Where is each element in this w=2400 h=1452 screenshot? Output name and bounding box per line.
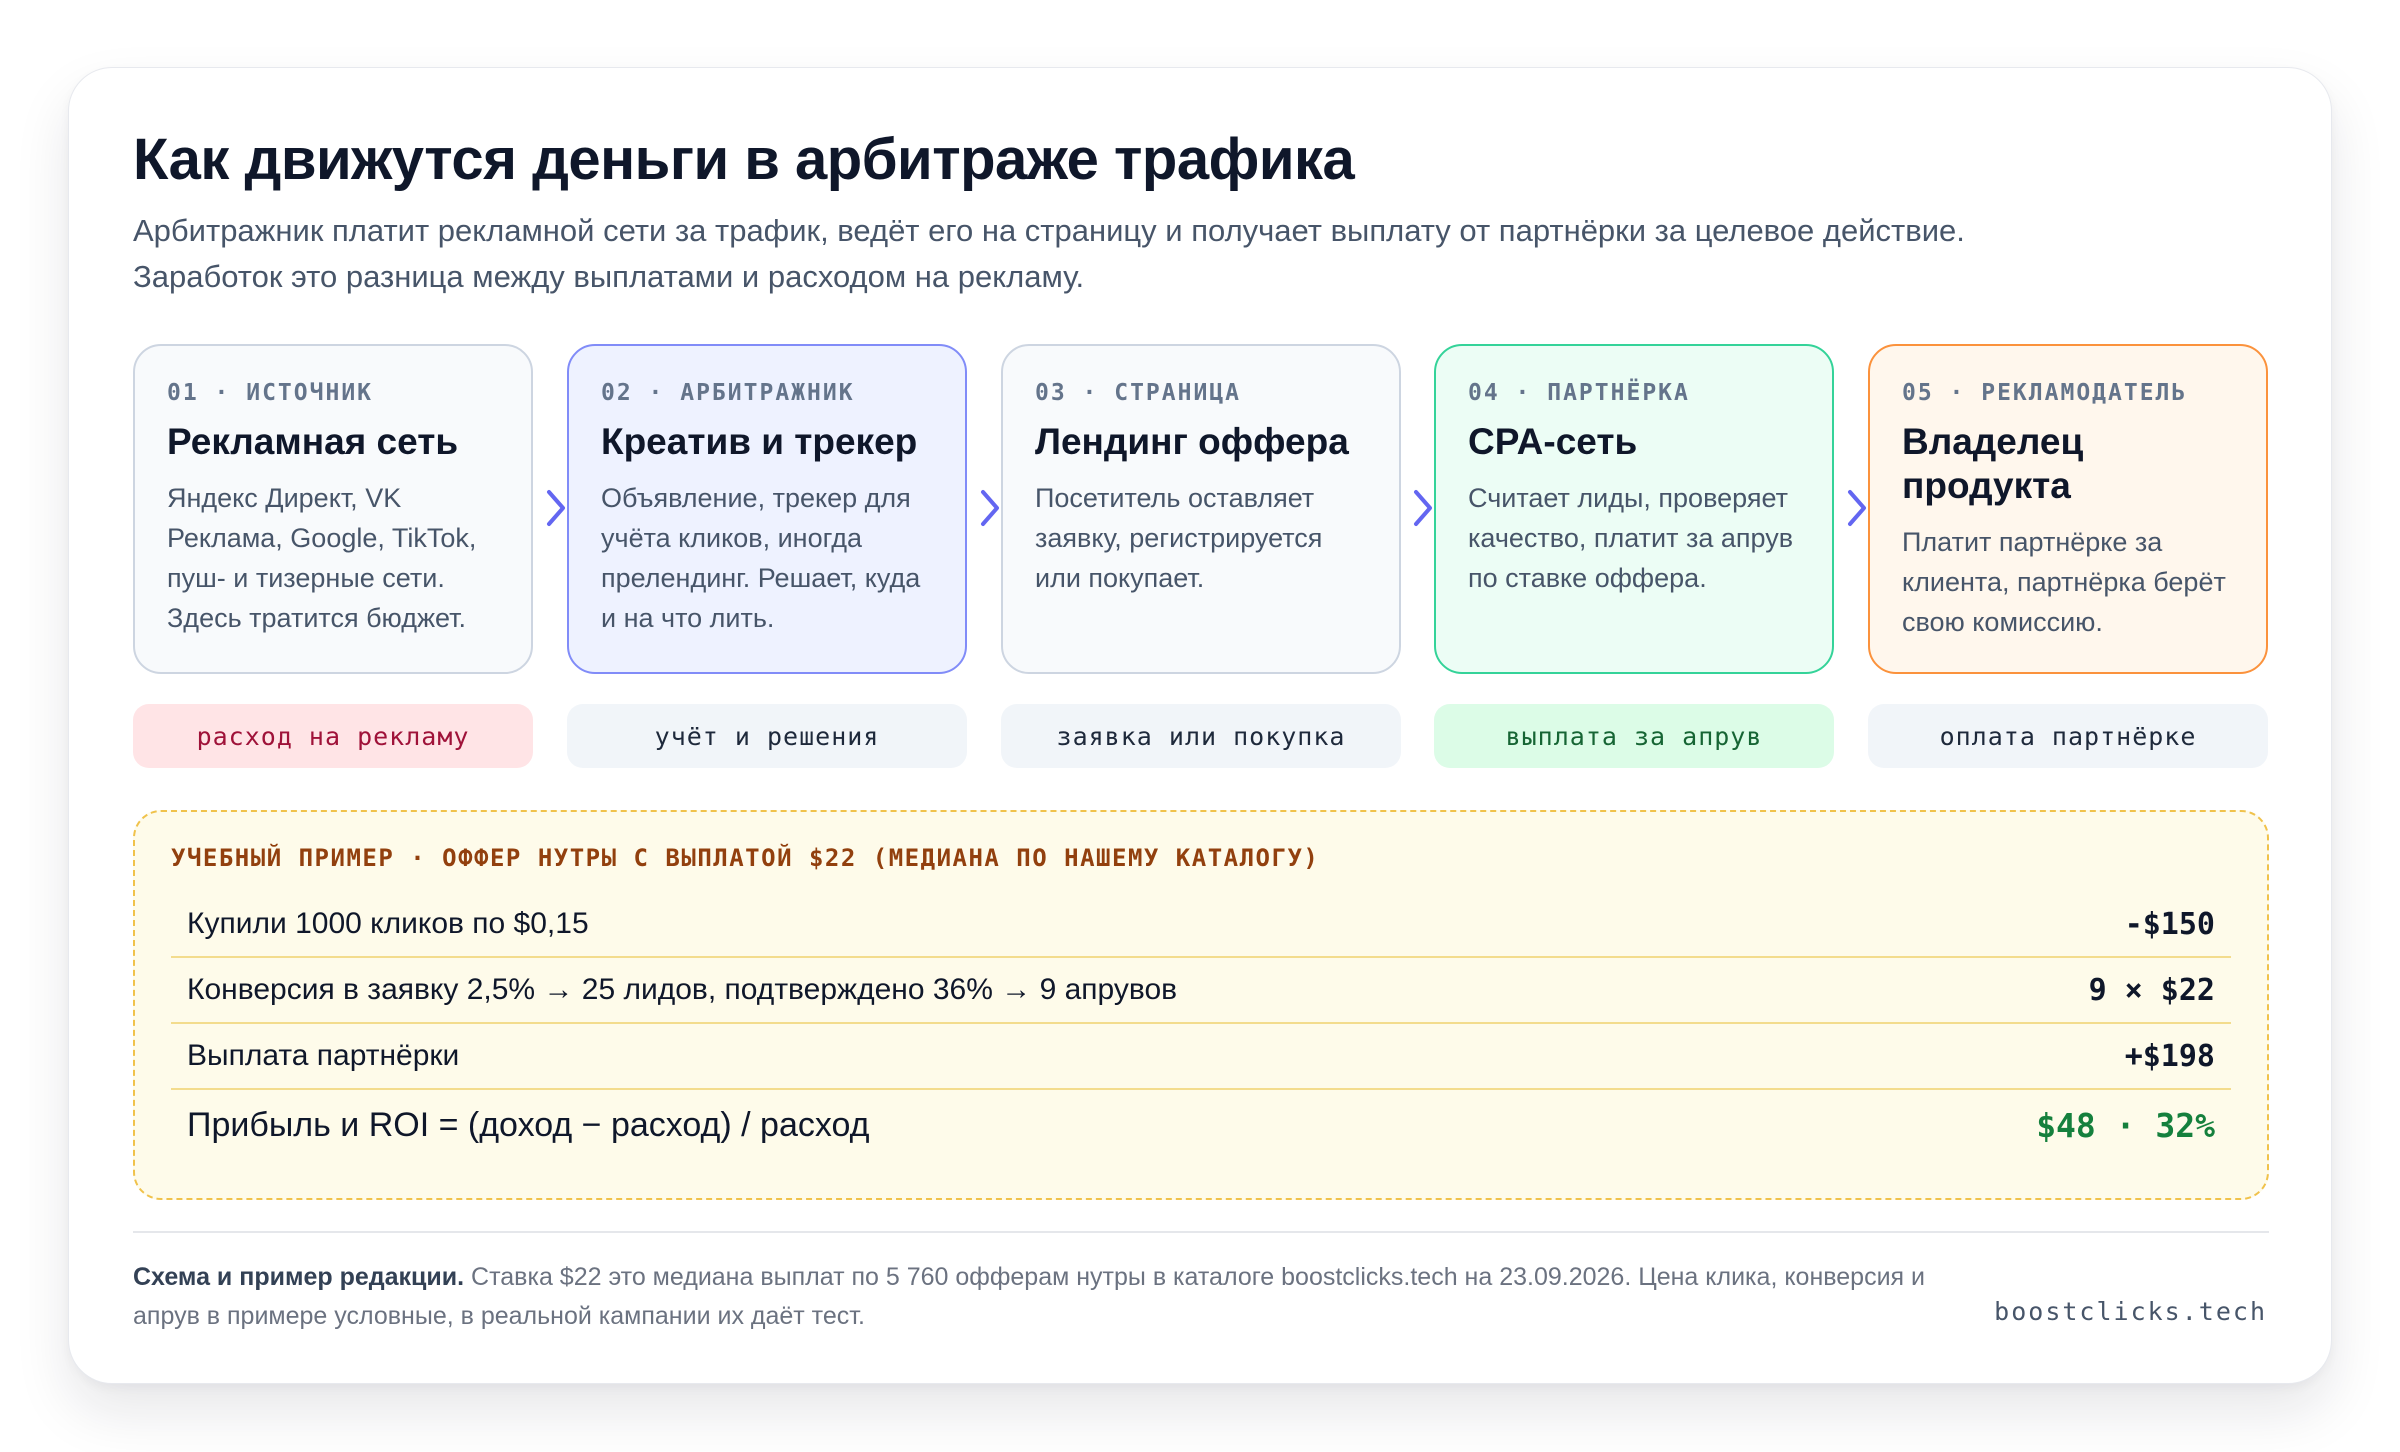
footnote: Схема и пример редакции. Ставка $22 это … [133,1258,1993,1336]
example-row-value: +$198 [2124,1038,2215,1074]
step-description: Яндекс Директ, VK Реклама, Google, TikTo… [167,483,477,633]
example-row: Купили 1000 кликов по $0,15 -$150 [171,892,2231,958]
step-name: CPA-сеть [1468,421,1638,462]
step-kicker: 02 · АРБИТРАЖНИК [601,380,855,406]
step-card-source: 01 · ИСТОЧНИК Рекламная сеть Яндекс Дире… [133,344,533,674]
step-name: Владелец продукта [1902,421,2084,506]
flow-tag-lead: заявка или покупка [1001,704,1401,768]
flow-tag-partner-payment: оплата партнёрке [1868,704,2268,768]
step-card-landing: 03 · СТРАНИЦА Лендинг оффера Посетитель … [1001,344,1401,674]
step-description: Считает лиды, проверяет качество, платит… [1468,483,1794,593]
step-description: Объявление, трекер для учёта кликов, ино… [601,483,921,633]
page-title: Как движутся деньги в арбитраже трафика [133,127,1355,192]
example-row-total: Прибыль и ROI = (доход − расход) / расхо… [171,1090,2231,1160]
step-description: Платит партнёрке за клиента, партнёрка б… [1902,527,2226,637]
step-name: Рекламная сеть [167,421,459,462]
example-row-value: 9 × $22 [2088,972,2215,1008]
example-row-label: Купили 1000 кликов по $0,15 [187,907,589,940]
example-row-label: Выплата партнёрки [187,1039,460,1072]
chevron-right-icon [1410,486,1436,530]
step-name: Лендинг оффера [1035,421,1349,462]
page-subtitle: Арбитражник платит рекламной сети за тра… [133,208,2233,300]
example-rows: Купили 1000 кликов по $0,15 -$150 Конвер… [171,892,2231,1160]
subtitle-line-2: Заработок это разница между выплатами и … [133,259,1085,294]
step-card-advertiser: 05 · РЕКЛАМОДАТЕЛЬ Владелец продукта Пла… [1868,344,2268,674]
footer-divider [133,1231,2269,1233]
step-kicker: 03 · СТРАНИЦА [1035,380,1242,406]
flow-tag-tracking: учёт и решения [567,704,967,768]
diagram-card: Как движутся деньги в арбитраже трафика … [68,67,2332,1384]
example-row-value: -$150 [2124,906,2215,942]
step-kicker: 05 · РЕКЛАМОДАТЕЛЬ [1902,380,2188,406]
step-kicker: 04 · ПАРТНЁРКА [1468,380,1690,406]
step-description: Посетитель оставляет заявку, регистрируе… [1035,483,1323,593]
chevron-right-icon [977,486,1003,530]
chevron-right-icon [1844,486,1870,530]
brand-label: boostclicks.tech [1994,1297,2267,1326]
step-name: Креатив и трекер [601,421,918,462]
step-card-arbitrager: 02 · АРБИТРАЖНИК Креатив и трекер Объявл… [567,344,967,674]
chevron-right-icon [543,486,569,530]
example-row-value: $48 · 32% [2036,1105,2215,1145]
flow-tag-payout: выплата за апрув [1434,704,1834,768]
example-title: УЧЕБНЫЙ ПРИМЕР · ОФФЕР НУТРЫ С ВЫПЛАТОЙ … [171,844,1320,872]
footnote-bold: Схема и пример редакции. [133,1263,465,1291]
worked-example-box: УЧЕБНЫЙ ПРИМЕР · ОФФЕР НУТРЫ С ВЫПЛАТОЙ … [133,810,2269,1200]
step-card-cpa-network: 04 · ПАРТНЁРКА CPA-сеть Считает лиды, пр… [1434,344,1834,674]
flow-tag-ad-spend: расход на рекламу [133,704,533,768]
subtitle-line-1: Арбитражник платит рекламной сети за тра… [133,213,1965,248]
example-row: Конверсия в заявку 2,5% → 25 лидов, подт… [171,958,2231,1024]
example-row: Выплата партнёрки +$198 [171,1024,2231,1090]
example-row-label: Конверсия в заявку 2,5% → 25 лидов, подт… [187,973,1178,1006]
step-kicker: 01 · ИСТОЧНИК [167,380,374,406]
example-row-label: Прибыль и ROI = (доход − расход) / расхо… [187,1105,870,1144]
